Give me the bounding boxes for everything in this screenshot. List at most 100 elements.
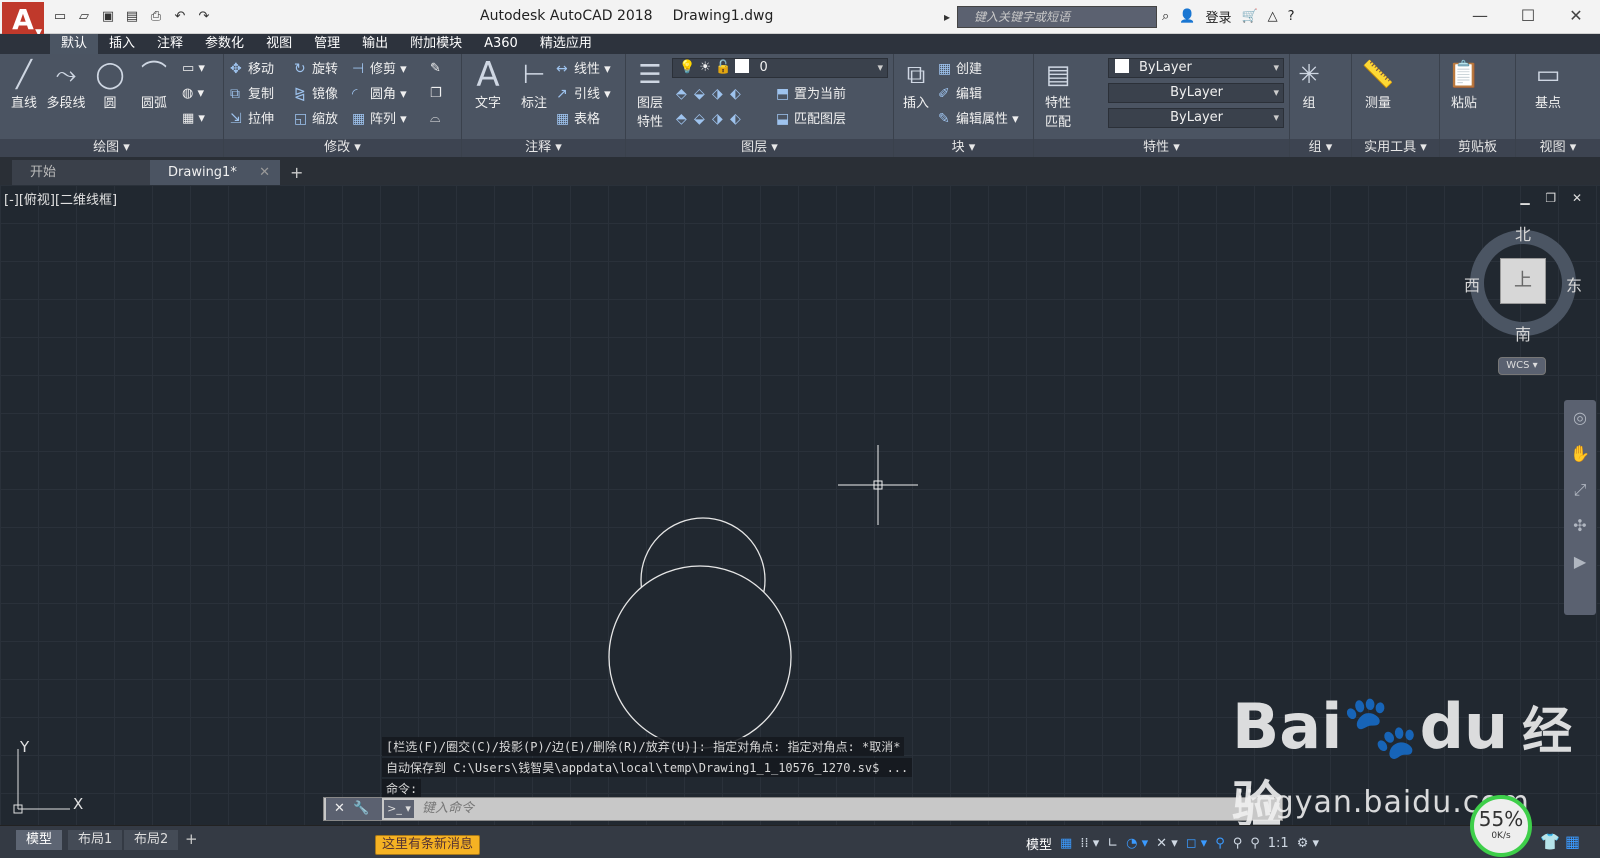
leader-button[interactable]: ↗ 引线 ▾ [556, 83, 611, 105]
measure-button[interactable]: 📏 测量 [1356, 58, 1400, 111]
properties-panel-title[interactable]: 特性 ▾ [1034, 139, 1289, 157]
text-button[interactable]: A 文字 [466, 58, 510, 111]
fillet-button[interactable]: ◜ 圆角 ▾ [352, 83, 407, 105]
large-circle[interactable] [608, 565, 792, 749]
tab-output[interactable]: 输出 [351, 34, 399, 54]
tab-manage[interactable]: 管理 [303, 34, 351, 54]
workspace-icon[interactable]: 👕 ▦ [1540, 832, 1580, 851]
rectangle-icon[interactable]: ▭ ▾ [182, 58, 205, 80]
circle-button[interactable]: ◯ 圆 [88, 58, 132, 111]
insert-block-button[interactable]: ⧉ 插入 [894, 58, 938, 111]
lineweight-dropdown[interactable]: ByLayer [1108, 108, 1284, 128]
polyline-button[interactable]: ⤳ 多段线 [44, 58, 88, 111]
group-button[interactable]: ✳ 组 [1292, 58, 1326, 111]
layer-tools-row2[interactable]: ⬘ ⬙ ⬗ ⬖ [676, 108, 748, 130]
linetype-dropdown[interactable]: ByLayer [1108, 83, 1284, 103]
notification-toast[interactable]: 这里有条新消息 [375, 835, 481, 855]
line-button[interactable]: ╱ 直线 [2, 58, 46, 111]
layer-dropdown[interactable]: 💡 ☀ 🔓 0 [672, 58, 888, 78]
offset-icon[interactable]: ⌓ [430, 108, 440, 130]
undo-icon[interactable]: ↶ [170, 8, 190, 26]
tab-insert[interactable]: 插入 [98, 34, 146, 54]
utilities-panel-title[interactable]: 实用工具 ▾ [1352, 139, 1439, 157]
redo-icon[interactable]: ↷ [194, 8, 214, 26]
annotation-scale-icon[interactable]: ⚲ [1250, 836, 1260, 851]
tab-drawing1[interactable]: Drawing1* ✕ [150, 160, 280, 185]
match-layer-button[interactable]: ⬓ 匹配图层 [776, 108, 846, 130]
snap-icon[interactable]: ⁞⁞ ▾ [1080, 836, 1099, 851]
close-button[interactable]: ✕ [1552, 0, 1600, 32]
move-button[interactable]: ✥ 移动 [230, 58, 274, 80]
zoom-extents-icon[interactable]: ⤢ [1564, 472, 1596, 508]
compass-north[interactable]: 北 [1515, 221, 1531, 245]
erase-icon[interactable]: ✎ [430, 58, 441, 80]
tab-parametric[interactable]: 参数化 [194, 34, 255, 54]
add-layout-button[interactable]: + [185, 830, 198, 848]
annotation-panel-title[interactable]: 注释 ▾ [462, 139, 625, 157]
osnap-icon[interactable]: ◻ ▾ [1186, 836, 1207, 851]
ortho-icon[interactable]: ∟ [1107, 836, 1118, 851]
explode-icon[interactable]: ❐ [430, 83, 442, 105]
paste-button[interactable]: 📋 粘贴 [1442, 58, 1486, 111]
annotation-visibility-icon[interactable]: ⚲ [1215, 836, 1225, 851]
orbit-icon[interactable]: ✣ [1564, 508, 1596, 544]
stretch-button[interactable]: ⇲ 拉伸 [230, 108, 274, 130]
annotation-scale-value[interactable]: 1:1 [1268, 836, 1289, 851]
layers-panel-title[interactable]: 图层 ▾ [626, 139, 893, 157]
draw-panel-title[interactable]: 绘图 ▾ [0, 139, 223, 157]
layer-tools-row1[interactable]: ⬘ ⬙ ⬗ ⬖ [676, 83, 748, 105]
save-icon[interactable]: ▣ [98, 8, 118, 26]
recent-commands-button[interactable]: >_ ▾ [384, 800, 414, 818]
saveas-icon[interactable]: ▤ [122, 8, 142, 26]
tab-start[interactable]: 开始 [12, 160, 152, 185]
close-tab-icon[interactable]: ✕ [259, 160, 270, 185]
layer-properties-button[interactable]: ☰ 图层 特性 [628, 58, 672, 130]
tab-addins[interactable]: 附加模块 [399, 34, 473, 54]
hatch-icon[interactable]: ◍ ▾ [182, 83, 204, 105]
help-search-input[interactable]: 键入关键字或短语 [944, 6, 1157, 28]
array-button[interactable]: ▦ 阵列 ▾ [352, 108, 407, 130]
linear-dim-button[interactable]: ↔ 线性 ▾ [556, 58, 611, 80]
pan-icon[interactable]: ✋ [1564, 436, 1596, 472]
modify-panel-title[interactable]: 修改 ▾ [224, 139, 461, 157]
edit-block-button[interactable]: ✐ 编辑 [938, 83, 982, 105]
create-block-button[interactable]: ▦ 创建 [938, 58, 982, 80]
color-dropdown[interactable]: ByLayer [1108, 58, 1284, 78]
view-panel-title[interactable]: 视图 ▾ [1516, 139, 1600, 157]
tab-featured-apps[interactable]: 精选应用 [529, 34, 603, 54]
layout-tab-1[interactable]: 布局1 [68, 830, 123, 850]
login-button[interactable]: 登录 [1205, 7, 1231, 26]
tab-annotate[interactable]: 注释 [146, 34, 194, 54]
rotate-button[interactable]: ↻ 旋转 [294, 58, 338, 80]
table-button[interactable]: ▦ 表格 [556, 108, 600, 130]
print-icon[interactable]: ⎙ [146, 8, 166, 26]
new-tab-button[interactable]: + [290, 163, 303, 182]
groups-panel-title[interactable]: 组 ▾ [1290, 139, 1351, 157]
tab-view[interactable]: 视图 [255, 34, 303, 54]
copy-button[interactable]: ⧉ 复制 [230, 83, 274, 105]
scale-button[interactable]: ◱ 缩放 [294, 108, 338, 130]
showmotion-icon[interactable]: ▶ [1564, 544, 1596, 580]
edit-attributes-button[interactable]: ✎ 编辑属性 ▾ [938, 108, 1019, 130]
tab-default[interactable]: 默认 [50, 34, 99, 54]
command-input[interactable]: 键入命令 [422, 798, 474, 820]
viewcube-top-face[interactable]: 上 [1500, 258, 1546, 304]
boundary-icon[interactable]: ▦ ▾ [182, 108, 205, 130]
dimension-button[interactable]: ⊢ 标注 [512, 58, 556, 111]
compass-east[interactable]: 东 [1566, 272, 1582, 296]
compass-south[interactable]: 南 [1515, 321, 1531, 345]
binoculars-icon[interactable]: ⌕ [1162, 9, 1169, 24]
arc-button[interactable]: ⌒ 圆弧 [132, 58, 176, 111]
close-command-icon[interactable]: ✕ [334, 801, 345, 816]
settings-gear-icon[interactable]: ⚙ ▾ [1297, 836, 1319, 851]
layout-tab-model[interactable]: 模型 [16, 830, 63, 850]
layout-tab-2[interactable]: 布局2 [124, 830, 179, 850]
base-view-button[interactable]: ▭ 基点 [1526, 58, 1570, 111]
exchange-icon[interactable]: △ [1268, 9, 1278, 24]
make-current-button[interactable]: ⬒ 置为当前 [776, 83, 846, 105]
open-icon[interactable]: ▱ [74, 8, 94, 26]
block-panel-title[interactable]: 块 ▾ [894, 139, 1033, 157]
match-properties-button[interactable]: ▤ 特性 匹配 [1036, 58, 1080, 130]
grid-icon[interactable]: ▦ [1060, 836, 1072, 851]
new-icon[interactable]: ▭ [50, 8, 70, 26]
